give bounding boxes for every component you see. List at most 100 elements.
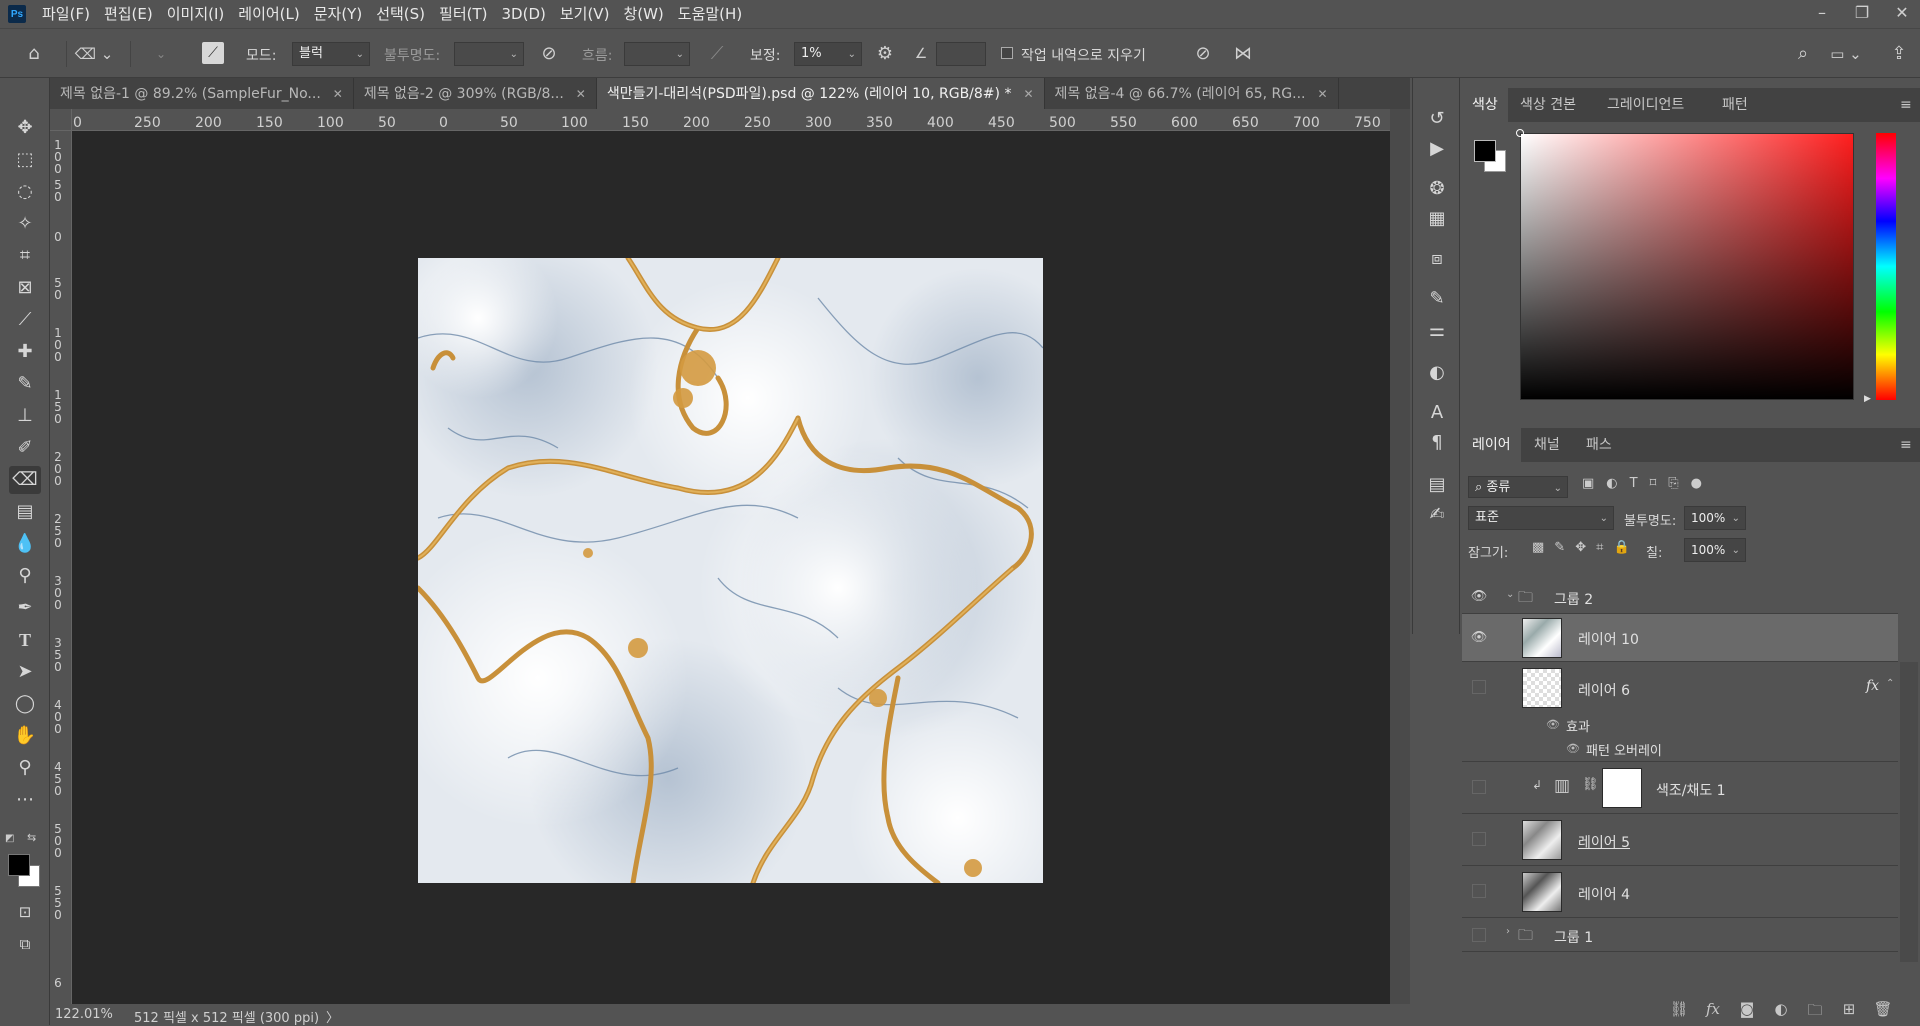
crop-tool-icon[interactable]: ⌗ <box>9 242 41 270</box>
chevron-up-icon[interactable]: ⌃ <box>1886 678 1894 689</box>
visibility-toggle[interactable] <box>1472 680 1486 694</box>
type-tool-icon[interactable]: T <box>9 626 41 654</box>
home-icon[interactable]: ⌂ <box>20 42 48 66</box>
visibility-toggle[interactable] <box>1472 884 1486 898</box>
brushes-panel-icon[interactable]: ✎ <box>1423 286 1451 312</box>
eye-icon[interactable]: 👁 <box>1470 589 1488 604</box>
eraser-tool-preset-icon[interactable]: ⌫ ⌄ <box>74 42 114 66</box>
tab-paths[interactable]: 패스 <box>1576 428 1622 462</box>
stamp-tool-icon[interactable]: ⊥ <box>9 402 41 430</box>
blur-tool-icon[interactable]: 💧 <box>9 530 41 558</box>
lock-position-icon[interactable]: ✥ <box>1575 540 1586 555</box>
visibility-toggle[interactable] <box>1472 780 1486 794</box>
new-layer-icon[interactable]: ⊞ <box>1832 1000 1866 1025</box>
marquee-tool-icon[interactable]: ⬚ <box>9 146 41 174</box>
shape-filter-icon[interactable]: ⌑ <box>1650 476 1657 491</box>
flow-field[interactable]: ⌄ <box>624 42 690 66</box>
paragraph-panel-icon[interactable]: ¶ <box>1423 430 1451 456</box>
tab-patterns[interactable]: 패턴 <box>1712 88 1758 122</box>
brush-preset-picker[interactable]: ⌄ <box>136 42 186 66</box>
close-icon[interactable]: ✕ <box>576 79 586 109</box>
pressure-opacity-icon[interactable]: ⊘ <box>536 42 562 66</box>
zoom-tool-icon[interactable]: ⚲ <box>9 754 41 782</box>
smart-object-filter-icon[interactable]: ⎘ <box>1668 476 1678 491</box>
magic-wand-tool-icon[interactable]: ✧ <box>9 210 41 238</box>
histogram-panel-icon[interactable]: ▦ <box>1423 206 1451 232</box>
tab-gradients[interactable]: 그레이디언트 <box>1597 88 1694 122</box>
history-brush-tool-icon[interactable]: ✐ <box>9 434 41 462</box>
lock-artboard-icon[interactable]: ⌗ <box>1596 540 1603 555</box>
gradient-tool-icon[interactable]: ▤ <box>9 498 41 526</box>
foreground-color-swatch[interactable] <box>8 854 30 876</box>
tab-swatches[interactable]: 색상 견본 <box>1510 88 1586 122</box>
minimize-button[interactable]: – <box>1804 0 1840 28</box>
notes-panel-icon[interactable]: ▤ <box>1423 472 1451 498</box>
visibility-toggle[interactable] <box>1472 832 1486 846</box>
blend-mode-dropdown[interactable]: 표준 ⌄ <box>1468 506 1614 530</box>
layer-hue-saturation-1[interactable]: ↲ ▥ ⛓ 색조/채도 1 <box>1462 762 1898 814</box>
smoothing-field[interactable]: 1% ⌄ <box>794 42 862 66</box>
restore-button[interactable]: ❐ <box>1844 0 1880 28</box>
eyedropper-tool-icon[interactable]: ⟋ <box>9 306 41 334</box>
close-icon[interactable]: ✕ <box>1317 79 1327 109</box>
link-icon[interactable]: ⛓ <box>1582 777 1599 792</box>
layer-4[interactable]: 레이어 4 <box>1462 866 1898 918</box>
menu-window[interactable]: 창(W) <box>616 0 670 28</box>
pattern-overlay-effect[interactable]: 패턴 오버레이 <box>1586 740 1662 759</box>
new-adjustment-icon[interactable]: ◐ <box>1764 1000 1798 1025</box>
menu-view[interactable]: 보기(V) <box>553 0 617 28</box>
pixel-filter-icon[interactable]: ▣ <box>1582 476 1594 491</box>
swap-colors-icon[interactable]: ⇆ <box>27 831 36 844</box>
more-tools-icon[interactable]: ⋯ <box>9 786 41 814</box>
type-filter-icon[interactable]: T <box>1630 476 1638 491</box>
workspace-icon[interactable]: ▭ ⌄ <box>1826 42 1866 66</box>
fx-badge[interactable]: fx <box>1866 678 1879 694</box>
character-panel-icon[interactable]: A <box>1423 400 1451 426</box>
hue-saturation-icon[interactable]: ▥ <box>1554 776 1570 796</box>
share-icon[interactable]: ⇪ <box>1886 42 1912 66</box>
airbrush-icon[interactable]: ⟋ <box>704 42 730 66</box>
filter-toggle-icon[interactable]: ● <box>1691 476 1702 491</box>
3d-panel-icon[interactable]: ⧈ <box>1423 246 1451 272</box>
panel-menu-icon[interactable]: ≡ <box>1890 88 1920 122</box>
layer-filter-dropdown[interactable]: ⌕ 종류 ⌄ <box>1468 476 1568 498</box>
layer-mask-thumbnail[interactable] <box>1602 768 1642 808</box>
brush-settings-panel-icon[interactable]: ⚌ <box>1423 318 1451 344</box>
search-icon[interactable]: ⌕ <box>1790 42 1816 66</box>
pressure-size-icon[interactable]: ⊘ <box>1190 42 1216 66</box>
menu-select[interactable]: 선택(S) <box>369 0 432 28</box>
layer-5[interactable]: 레이어 5 <box>1462 814 1898 866</box>
symmetry-icon[interactable]: ⋈ <box>1230 42 1256 66</box>
link-layers-icon[interactable]: ⛓ <box>1662 1000 1696 1025</box>
screen-mode-icon[interactable]: ⧉ <box>9 930 41 958</box>
erase-history-checkbox[interactable] <box>1001 47 1013 59</box>
menu-filter[interactable]: 필터(T) <box>432 0 494 28</box>
new-group-icon[interactable]: 🗀 <box>1798 1000 1832 1025</box>
color-picker-field[interactable] <box>1520 133 1854 400</box>
tab-document-3[interactable]: 색만들기-대리석(PSD파일).psd @ 122% (레이어 10, RGB/… <box>596 78 1045 109</box>
foreground-color-chip[interactable] <box>1474 140 1496 162</box>
trash-icon[interactable]: 🗑 <box>1866 1000 1900 1025</box>
tab-document-1[interactable]: 제목 없음-1 @ 89.2% (SampleFur_No... ✕ <box>50 78 354 109</box>
history-panel-icon[interactable]: ↺ <box>1423 106 1451 132</box>
quick-mask-icon[interactable]: ⊡ <box>9 898 41 926</box>
menu-edit[interactable]: 편집(E) <box>97 0 160 28</box>
menu-image[interactable]: 이미지(I) <box>160 0 232 28</box>
tab-channels[interactable]: 채널 <box>1524 428 1570 462</box>
menu-layer[interactable]: 레이어(L) <box>231 0 306 28</box>
comments-panel-icon[interactable]: ✍ <box>1423 502 1451 528</box>
move-tool-icon[interactable]: ✥ <box>9 114 41 142</box>
fx-icon[interactable]: fx <box>1696 1000 1730 1025</box>
lasso-tool-icon[interactable]: ◌ <box>9 178 41 206</box>
gear-icon[interactable]: ⚙ <box>872 42 898 66</box>
eraser-tool-icon[interactable]: ⌫ <box>9 466 41 494</box>
eye-icon[interactable]: 👁 <box>1546 718 1560 731</box>
dodge-tool-icon[interactable]: ⚲ <box>9 562 41 590</box>
layer-group-1[interactable]: › 🗀 그룹 1 <box>1462 918 1898 952</box>
frame-tool-icon[interactable]: ⊠ <box>9 274 41 302</box>
default-colors-icon[interactable]: ◩ <box>5 833 14 844</box>
marble-document-image[interactable] <box>418 258 1043 883</box>
lock-transparency-icon[interactable]: ▩ <box>1532 540 1544 555</box>
layer-10[interactable]: 👁 레이어 10 <box>1462 614 1898 662</box>
tab-document-2[interactable]: 제목 없음-2 @ 309% (RGB/8... ✕ <box>353 78 597 109</box>
